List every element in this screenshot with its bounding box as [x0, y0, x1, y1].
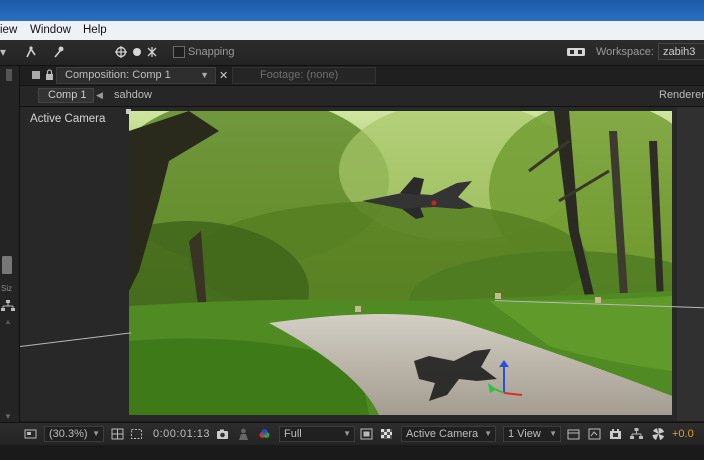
fast-preview-icon[interactable]	[567, 428, 580, 440]
flowchart-icon[interactable]	[1, 300, 15, 312]
chevron-left-icon: ◀	[96, 90, 103, 100]
lock-icon[interactable]	[45, 69, 54, 80]
chevron-down-icon: ▼	[484, 429, 492, 438]
axis-icon[interactable]	[114, 45, 128, 59]
viewer-tab-row: Composition: Comp 1 ▼ ✕ Footage: (none)	[20, 66, 704, 86]
view-layout-dropdown[interactable]: 1 View ▼	[503, 426, 561, 442]
camera-view-value: Active Camera	[406, 428, 479, 440]
camera-guide-line	[20, 332, 132, 347]
timeline-icon[interactable]	[588, 428, 601, 440]
snapping-label: Snapping	[188, 46, 235, 58]
snapshot-icon[interactable]	[216, 428, 229, 440]
menu-window[interactable]: Window	[30, 24, 71, 36]
scroll-down-arrow-icon[interactable]: ▼	[4, 412, 12, 421]
exposure-value[interactable]: +0.0	[672, 428, 694, 440]
panel-grip[interactable]	[6, 69, 12, 81]
timecode-display[interactable]: 0:00:01:13	[153, 428, 210, 440]
workspace-toggle-icon[interactable]	[566, 45, 586, 59]
resolution-value: Full	[284, 428, 302, 440]
tab-composition[interactable]: Composition: Comp 1 ▼	[56, 67, 216, 84]
breadcrumb-comp[interactable]: Comp 1	[38, 88, 94, 103]
composition-scene-image[interactable]	[129, 111, 672, 415]
tab-composition-label: Composition: Comp 1	[65, 69, 171, 81]
tools-toolbar: ▾ Snapping Workspace: zabih3	[0, 40, 704, 66]
local-axis-icon[interactable]	[145, 45, 159, 59]
sphere-icon[interactable]	[130, 45, 144, 59]
project-panel-edge: Siz ▲ ▼	[0, 66, 20, 426]
composition-viewer[interactable]: Active Camera	[20, 107, 704, 421]
chevron-down-icon: ▼	[549, 429, 557, 438]
color-channels-icon[interactable]	[258, 428, 271, 440]
viewer-right-edge	[677, 107, 704, 421]
menu-view[interactable]: iew	[0, 24, 17, 36]
snapping-checkbox[interactable]	[173, 46, 185, 58]
flowchart-icon[interactable]	[630, 428, 643, 440]
monitor-icon[interactable]	[24, 428, 37, 440]
menu-help[interactable]: Help	[83, 24, 107, 36]
camera-view-dropdown[interactable]: Active Camera ▼	[401, 426, 496, 442]
tab-footage-label: Footage: (none)	[260, 69, 339, 81]
composition-breadcrumb: Comp 1 ◀ sahdow Renderer:	[20, 86, 704, 107]
active-camera-label: Active Camera	[30, 113, 106, 125]
magnification-dropdown[interactable]: (30.3%) ▼	[44, 426, 104, 442]
chevron-down-icon: ▼	[92, 429, 100, 438]
selection-arrow-icon[interactable]: ▾	[0, 45, 10, 59]
puppet-icon[interactable]	[24, 45, 38, 59]
mask-icon[interactable]	[130, 428, 143, 440]
menu-bar: iew Window Help	[0, 21, 704, 41]
grid-icon[interactable]	[111, 428, 124, 440]
viewer-bottom-controls: (30.3%) ▼ 0:00:01:13 Full ▼ Active Camer…	[0, 422, 704, 445]
show-snapshot-icon[interactable]	[237, 428, 250, 440]
status-bar	[0, 445, 704, 460]
window-title-bar	[0, 0, 704, 21]
left-panel-column-label: Siz	[1, 284, 13, 293]
transparency-grid-icon[interactable]	[380, 428, 393, 440]
scroll-up-arrow-icon[interactable]: ▲	[4, 317, 12, 326]
resolution-dropdown[interactable]: Full ▼	[279, 426, 355, 442]
chevron-down-icon[interactable]: ▼	[200, 68, 209, 83]
workspace-label: Workspace:	[596, 46, 654, 58]
close-icon[interactable]: ✕	[219, 69, 228, 82]
left-panel-scrollbar[interactable]	[2, 256, 12, 274]
exposure-reset-icon[interactable]	[652, 428, 665, 440]
pin-icon[interactable]	[52, 45, 66, 59]
tab-footage[interactable]: Footage: (none)	[232, 67, 376, 84]
workspace-dropdown[interactable]: zabih3	[658, 43, 704, 60]
chevron-down-icon: ▼	[343, 429, 351, 438]
breadcrumb-layer[interactable]: sahdow	[114, 89, 152, 101]
region-icon[interactable]	[360, 428, 373, 440]
panel-menu-icon[interactable]	[32, 71, 40, 79]
draft-3d-icon[interactable]	[609, 428, 622, 440]
view-layout-value: 1 View	[508, 428, 541, 440]
magnification-value: (30.3%)	[49, 428, 88, 440]
renderer-label[interactable]: Renderer:	[659, 89, 704, 101]
